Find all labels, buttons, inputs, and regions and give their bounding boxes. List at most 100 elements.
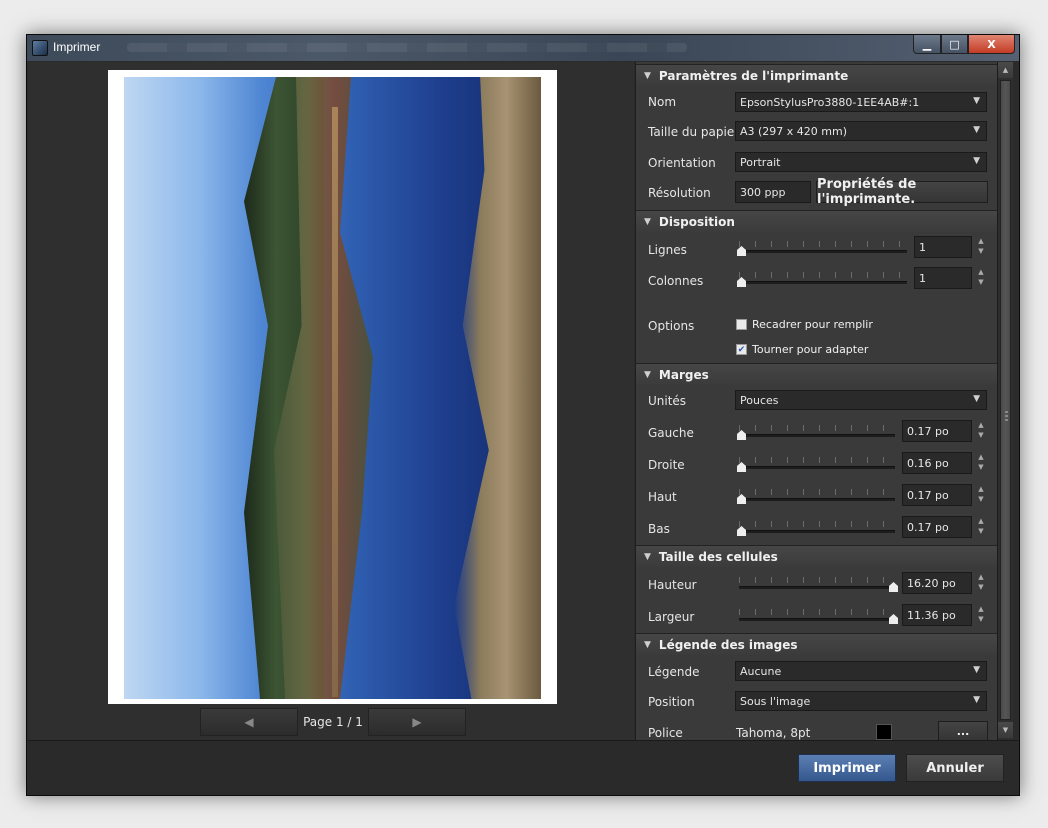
bottom-margin-field[interactable]: 0.17 po (902, 516, 972, 538)
section-printer-settings[interactable]: ▼ Paramètres de l'imprimante (636, 64, 998, 86)
top-margin-spinner[interactable]: ▲ ▼ (976, 484, 986, 506)
previous-page-button[interactable]: ◀ (200, 708, 298, 736)
bottom-margin-slider[interactable] (737, 521, 895, 537)
units-label: Unités (648, 394, 687, 408)
columns-field[interactable]: 1 (914, 267, 972, 289)
collapse-icon: ▼ (644, 216, 651, 227)
printer-name-label: Nom (648, 95, 677, 109)
slider-thumb[interactable] (737, 462, 746, 472)
orientation-select[interactable]: Portrait ▼ (735, 152, 987, 172)
caption-position-label: Position (648, 695, 695, 709)
scroll-down-button[interactable]: ▼ (998, 722, 1013, 738)
units-value: Pouces (740, 393, 779, 407)
units-select[interactable]: Pouces ▼ (735, 390, 987, 410)
cell-height-slider[interactable] (739, 577, 898, 593)
slider-ticks (739, 489, 895, 495)
cell-height-spinner[interactable]: ▲ ▼ (976, 572, 986, 594)
cell-width-field[interactable]: 11.36 po (902, 604, 972, 626)
section-margins[interactable]: ▼ Marges (636, 363, 998, 385)
slider-ticks (739, 457, 895, 463)
rows-slider[interactable] (737, 241, 907, 257)
font-label: Police (648, 726, 683, 740)
left-margin-spinner[interactable]: ▲ ▼ (976, 420, 986, 442)
section-title: Légende des images (658, 637, 798, 652)
columns-spinner[interactable]: ▲ ▼ (976, 267, 986, 289)
chevron-down-icon: ▼ (973, 125, 980, 135)
photo-shore (332, 107, 338, 697)
settings-panel: ▼ Paramètres de l'imprimante Nom EpsonSt… (635, 62, 1011, 740)
page-indicator: Page 1 / 1 (298, 708, 368, 736)
minimize-button[interactable]: ▁ (913, 35, 941, 54)
slider-ticks (739, 609, 895, 615)
right-margin-field[interactable]: 0.16 po (902, 452, 972, 474)
caption-label: Légende (648, 665, 700, 679)
font-picker-button[interactable]: ... (938, 721, 988, 740)
slider-thumb[interactable] (737, 526, 746, 536)
right-margin-spinner[interactable]: ▲ ▼ (976, 452, 986, 474)
dialog-footer: Imprimer Annuler (28, 740, 1018, 795)
preview-photo (124, 77, 541, 699)
printer-properties-button[interactable]: Propriétés de l'imprimante. (816, 177, 988, 207)
section-title: Taille des cellules (658, 549, 778, 564)
paper-size-value: A3 (297 x 420 mm) (740, 124, 848, 138)
slider-thumb[interactable] (737, 430, 746, 440)
rows-spinner[interactable]: ▲ ▼ (976, 236, 986, 258)
cell-width-spinner[interactable]: ▲ ▼ (976, 604, 986, 626)
bottom-margin-spinner[interactable]: ▲ ▼ (976, 516, 986, 538)
slider-track (739, 250, 907, 253)
resolution-field[interactable]: 300 ppp (735, 181, 811, 203)
slider-track (739, 466, 895, 469)
chevron-down-icon: ▼ (973, 394, 980, 404)
section-image-captions[interactable]: ▼ Légende des images (636, 633, 998, 655)
scroll-up-button[interactable]: ▲ (998, 62, 1013, 78)
page-navigator: ◀ Page 1 / 1 ▶ (200, 708, 466, 736)
next-page-button[interactable]: ▶ (368, 708, 466, 736)
close-icon: X (987, 37, 996, 51)
print-button[interactable]: Imprimer (798, 754, 896, 782)
crop-to-fill-option[interactable]: Recadrer pour remplir (736, 318, 873, 331)
settings-scrollbar[interactable]: ▲ ▼ (997, 62, 1013, 740)
scroll-thumb[interactable] (1000, 80, 1011, 720)
maximize-button[interactable]: □ (941, 35, 968, 54)
right-margin-slider[interactable] (737, 457, 895, 473)
cell-width-slider[interactable] (739, 609, 898, 625)
bottom-margin-label: Bas (648, 522, 670, 536)
collapse-icon: ▼ (644, 639, 651, 650)
crop-to-fill-checkbox[interactable] (736, 319, 747, 330)
slider-thumb[interactable] (737, 246, 746, 256)
cell-width-label: Largeur (648, 610, 695, 624)
cell-height-field[interactable]: 16.20 po (902, 572, 972, 594)
top-margin-slider[interactable] (737, 489, 895, 505)
font-color-swatch[interactable] (876, 724, 892, 740)
caption-position-select[interactable]: Sous l'image ▼ (735, 691, 987, 711)
columns-slider[interactable] (737, 272, 907, 288)
printer-name-select[interactable]: EpsonStylusPro3880-1EE4AB#:1 ▼ (735, 92, 987, 112)
crop-to-fill-label: Recadrer pour remplir (752, 318, 873, 331)
slider-thumb[interactable] (889, 582, 898, 592)
cancel-button[interactable]: Annuler (906, 754, 1004, 782)
rows-field[interactable]: 1 (914, 236, 972, 258)
rows-label: Lignes (648, 243, 687, 257)
section-layout[interactable]: ▼ Disposition (636, 210, 998, 232)
slider-thumb[interactable] (737, 494, 746, 504)
slider-thumb[interactable] (889, 614, 898, 624)
chevron-down-icon: ▼ (973, 665, 980, 675)
left-margin-field[interactable]: 0.17 po (902, 420, 972, 442)
close-button[interactable]: X (968, 35, 1015, 54)
grip-icon (1005, 411, 1008, 423)
right-arrow-icon: ▶ (412, 715, 422, 729)
paper-size-select[interactable]: A3 (297 x 420 mm) ▼ (735, 121, 987, 141)
print-dialog: Imprimer ▁ □ X ◀ Page 1 / 1 ▶ ▼ Paramètr… (26, 34, 1020, 796)
caption-select[interactable]: Aucune ▼ (735, 661, 987, 681)
top-margin-field[interactable]: 0.17 po (902, 484, 972, 506)
cell-height-label: Hauteur (648, 578, 697, 592)
rotate-to-fit-checkbox[interactable]: ✔ (736, 344, 747, 355)
font-value: Tahoma, 8pt (736, 726, 811, 740)
slider-track (739, 434, 895, 437)
section-cell-size[interactable]: ▼ Taille des cellules (636, 545, 998, 567)
rotate-to-fit-option[interactable]: ✔ Tourner pour adapter (736, 343, 868, 356)
left-margin-slider[interactable] (737, 425, 895, 441)
slider-thumb[interactable] (737, 277, 746, 287)
columns-label: Colonnes (648, 274, 704, 288)
print-preview: ◀ Page 1 / 1 ▶ (28, 62, 634, 740)
